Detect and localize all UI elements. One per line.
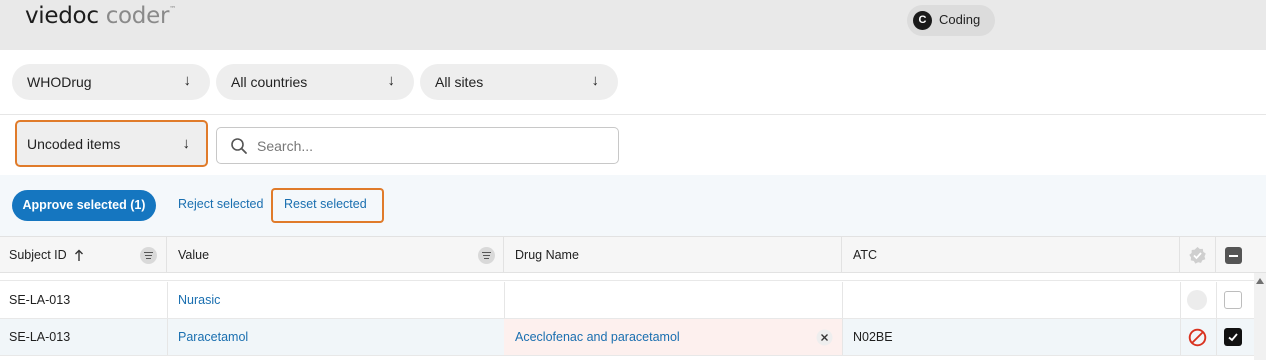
dictionary-select[interactable]: WHODrug ↓ bbox=[12, 64, 210, 100]
column-header-atc[interactable]: ATC bbox=[842, 237, 1180, 272]
arrow-down-icon: ↓ bbox=[182, 135, 191, 152]
table-header: Subject ID Value Drug Name ATC bbox=[0, 236, 1266, 273]
user-avatar: C bbox=[913, 11, 932, 30]
column-header-select-all[interactable] bbox=[1216, 237, 1254, 272]
bulk-actions-bar: Approve selected (1) Reject selected Res… bbox=[0, 175, 1266, 236]
reject-selected-button[interactable]: Reject selected bbox=[178, 197, 263, 211]
viedoc-coder-logo: viedoc coder™ bbox=[25, 3, 176, 29]
select-all-checkbox[interactable] bbox=[1225, 247, 1242, 264]
row-checkbox[interactable] bbox=[1224, 291, 1242, 309]
cell-drug-name[interactable]: Aceclofenac and paracetamol bbox=[504, 319, 842, 355]
status-select[interactable]: Uncoded items ↓ bbox=[17, 122, 206, 165]
status-empty-icon bbox=[1187, 290, 1207, 310]
cell-select[interactable] bbox=[1216, 282, 1254, 318]
cell-value[interactable]: Paracetamol bbox=[167, 319, 504, 355]
column-header-value[interactable]: Value bbox=[167, 237, 504, 272]
scroll-up-icon[interactable] bbox=[1256, 278, 1264, 284]
sort-ascending-icon[interactable] bbox=[74, 249, 84, 262]
cell-select[interactable] bbox=[1216, 319, 1254, 355]
cell-status bbox=[1180, 282, 1216, 318]
column-header-subject-id[interactable]: Subject ID bbox=[0, 237, 167, 272]
search-input[interactable] bbox=[257, 136, 597, 156]
column-header-status bbox=[1180, 237, 1216, 272]
table-spacer bbox=[0, 273, 1254, 281]
cell-subject-id: SE-LA-013 bbox=[9, 330, 71, 344]
top-bar: viedoc coder™ C Coding bbox=[0, 0, 1266, 50]
indeterminate-icon bbox=[1229, 254, 1238, 257]
module-switcher-button[interactable]: C Coding bbox=[907, 5, 995, 36]
filter-icon[interactable] bbox=[478, 247, 495, 264]
cell-status bbox=[1180, 319, 1216, 355]
site-select[interactable]: All sites ↓ bbox=[420, 64, 618, 100]
cell-value[interactable]: Nurasic bbox=[167, 282, 504, 318]
check-icon bbox=[1228, 333, 1238, 342]
table-row[interactable]: SE-LA-013 Nurasic bbox=[0, 282, 1254, 319]
arrow-down-icon: ↓ bbox=[183, 72, 192, 89]
vertical-scrollbar[interactable] bbox=[1254, 273, 1266, 360]
country-select[interactable]: All countries ↓ bbox=[216, 64, 414, 100]
approve-selected-button[interactable]: Approve selected (1) bbox=[12, 190, 156, 221]
arrow-down-icon: ↓ bbox=[591, 72, 600, 89]
verified-badge-icon bbox=[1189, 247, 1206, 264]
status-search-bar: Uncoded items ↓ bbox=[0, 115, 1266, 175]
filter-icon[interactable] bbox=[140, 247, 157, 264]
cell-subject-id: SE-LA-013 bbox=[9, 293, 71, 307]
column-header-drug-name[interactable]: Drug Name bbox=[504, 237, 842, 272]
search-box bbox=[216, 127, 619, 164]
table-row[interactable]: SE-LA-013 Paracetamol Aceclofenac and pa… bbox=[0, 319, 1254, 356]
arrow-down-icon: ↓ bbox=[387, 72, 396, 89]
cell-drug-name[interactable] bbox=[504, 282, 842, 318]
cell-atc bbox=[842, 282, 1180, 318]
row-checkbox-checked[interactable] bbox=[1224, 328, 1242, 346]
rejected-icon bbox=[1188, 328, 1207, 347]
search-icon bbox=[231, 138, 247, 154]
clear-icon[interactable] bbox=[816, 329, 833, 346]
module-label: Coding bbox=[939, 12, 981, 27]
filter-bar: WHODrug ↓ All countries ↓ All sites ↓ bbox=[0, 50, 1266, 115]
cell-atc: N02BE bbox=[853, 330, 893, 344]
reset-selected-button[interactable]: Reset selected bbox=[284, 197, 367, 211]
